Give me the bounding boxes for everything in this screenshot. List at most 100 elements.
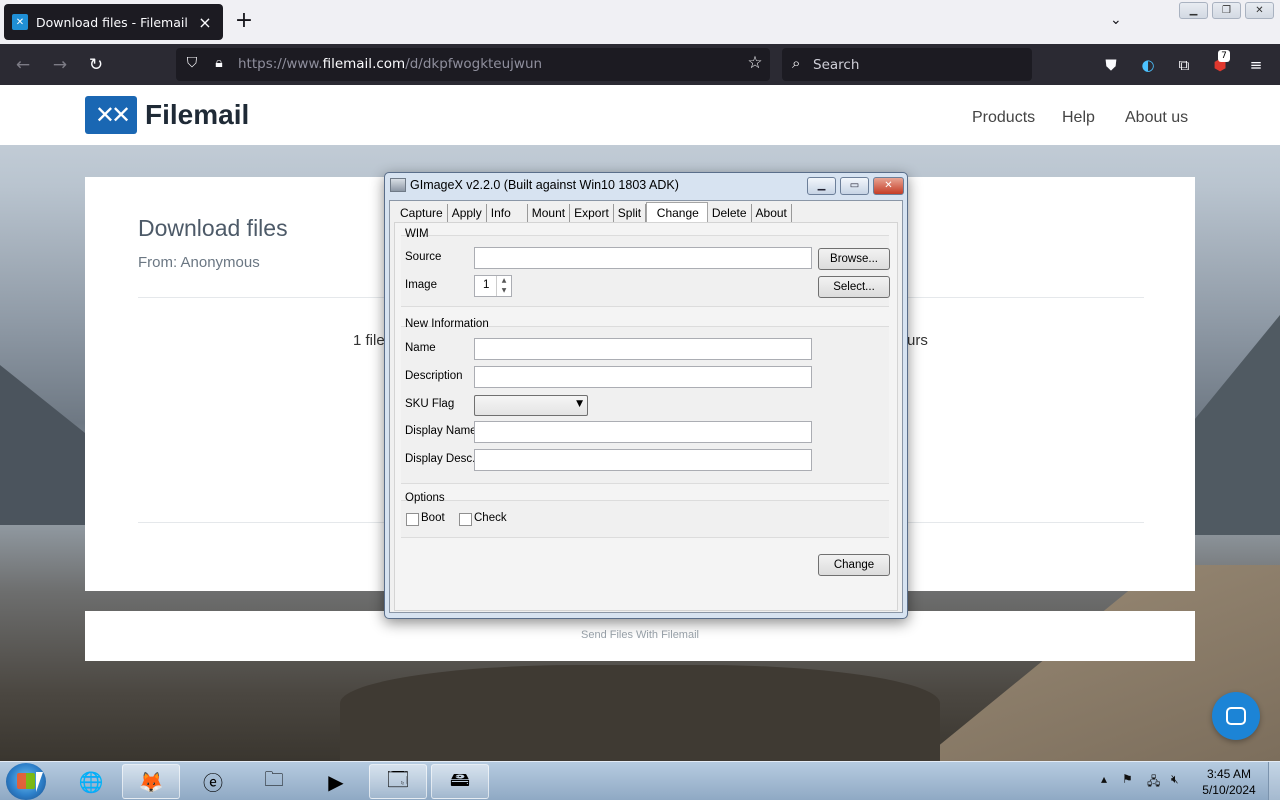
browser-tab-strip: ✕ Download files - Filemail × + ⌄ ▁ ❐ ✕ <box>0 0 1280 44</box>
url-host: filemail.com <box>322 56 406 72</box>
background-shore <box>340 665 940 761</box>
file-summary-text: 1 file <box>353 332 385 349</box>
sku-flag-select[interactable]: ▼ <box>474 395 588 416</box>
search-bar[interactable]: ⌕ Search <box>782 48 1032 81</box>
nav-help[interactable]: Help <box>1062 109 1095 127</box>
pocket-icon[interactable]: ⛊ <box>1100 54 1122 76</box>
volume-muted-icon[interactable]: 🔇︎ <box>1171 772 1179 787</box>
dialog-client: Capture Apply Info Mount Export Split Ch… <box>389 200 903 613</box>
display-desc-input[interactable] <box>474 449 812 471</box>
gimagex-app-icon <box>390 178 406 192</box>
url-path: /d/dkpfwogkteujwun <box>405 56 543 72</box>
wim-group-label: WIM <box>405 228 429 240</box>
url-scheme: https://www. <box>238 56 323 72</box>
nav-products[interactable]: Products <box>972 109 1035 127</box>
check-checkbox[interactable] <box>459 513 472 526</box>
window-taskbar-icon[interactable]: 🗔 <box>369 764 427 799</box>
close-button[interactable]: ✕ <box>1245 2 1274 19</box>
extensions-icon[interactable]: ⧉ <box>1173 54 1195 76</box>
reload-icon[interactable]: ↻ <box>83 52 109 78</box>
description-label: Description <box>405 370 463 382</box>
source-label: Source <box>405 251 442 263</box>
windows-logo-icon <box>17 773 35 789</box>
gimagex-taskbar-icon[interactable]: 🖴 <box>431 764 489 799</box>
browse-button[interactable]: Browse... <box>818 248 890 270</box>
check-label: Check <box>474 512 507 524</box>
source-input[interactable] <box>474 247 812 269</box>
clock-date: 5/10/2024 <box>1202 783 1256 797</box>
tab-delete[interactable]: Delete <box>708 204 752 223</box>
new-tab-button[interactable]: + <box>232 10 256 34</box>
forward-arrow-icon[interactable]: → <box>47 52 73 78</box>
url-text[interactable]: https://www.filemail.com/d/dkpfwogkteujw… <box>238 56 542 72</box>
taskbar: 🌐 🦊 ⓔ 🗀 ▶ 🗔 🖴 ▴ ⚑ 🖧 🔇︎ 3:45 AM 5/10/2024 <box>0 761 1280 800</box>
boot-label: Boot <box>421 512 445 524</box>
tab-info[interactable]: Info <box>487 204 528 223</box>
taskbar-app-icon[interactable]: 🌐 <box>62 764 120 799</box>
dialog-title: GImageX v2.2.0 (Built against Win10 1803… <box>410 178 679 192</box>
chevron-down-icon[interactable]: ⌄ <box>1110 12 1130 32</box>
tab-apply[interactable]: Apply <box>448 204 487 223</box>
dropdown-arrow-icon: ▼ <box>576 399 583 409</box>
logo-text[interactable]: Filemail <box>145 99 249 131</box>
lock-icon[interactable]: 🔒︎ <box>210 55 228 73</box>
nav-about-us[interactable]: About us <box>1125 109 1188 127</box>
chat-launcher-button[interactable] <box>1212 692 1260 740</box>
dialog-titlebar[interactable]: GImageX v2.2.0 (Built against Win10 1803… <box>390 178 679 192</box>
tab-about[interactable]: About <box>752 204 792 223</box>
site-header: ✕✕ Filemail Products Help About us <box>0 85 1280 145</box>
page-title: Download files <box>138 215 288 241</box>
display-name-input[interactable] <box>474 421 812 443</box>
menu-icon[interactable]: ≡ <box>1245 54 1267 76</box>
tab-mount[interactable]: Mount <box>528 204 571 223</box>
tab-capture[interactable]: Capture <box>396 204 448 223</box>
select-button[interactable]: Select... <box>818 276 890 298</box>
show-hidden-icons-icon[interactable]: ▴ <box>1101 772 1107 786</box>
boot-checkbox[interactable] <box>406 513 419 526</box>
sku-flag-label: SKU Flag <box>405 398 455 410</box>
file-explorer-taskbar-icon[interactable]: 🗀 <box>245 764 303 799</box>
bookmark-star-icon[interactable]: ☆ <box>746 53 764 73</box>
dialog-minimize-button[interactable]: ▁ <box>807 177 836 195</box>
filemail-favicon-icon: ✕ <box>12 14 28 30</box>
minimize-button[interactable]: ▁ <box>1179 2 1208 19</box>
tab-filemail[interactable]: ✕ Download files - Filemail × <box>4 4 223 40</box>
media-player-taskbar-icon[interactable]: ▶ <box>307 764 365 799</box>
profile-icon[interactable]: ◐ <box>1137 54 1159 76</box>
filemail-logo-icon[interactable]: ✕✕ <box>85 96 137 134</box>
shield-icon[interactable]: ⛉ <box>183 55 201 73</box>
expiry-text: urs <box>907 332 928 349</box>
display-desc-label: Display Desc. <box>405 453 476 465</box>
restore-button[interactable]: ❐ <box>1212 2 1241 19</box>
show-desktop-button[interactable] <box>1268 762 1280 800</box>
spin-arrows-icon[interactable]: ▲ ▼ <box>496 276 511 296</box>
dialog-maximize-button[interactable]: ▭ <box>840 177 869 195</box>
tab-export[interactable]: Export <box>570 204 614 223</box>
tab-close-icon[interactable]: × <box>195 12 215 32</box>
network-icon[interactable]: 🖧 <box>1147 772 1160 793</box>
footer-link[interactable]: Send Files With Filemail <box>85 629 1195 641</box>
change-button[interactable]: Change <box>818 554 890 576</box>
firefox-taskbar-icon[interactable]: 🦊 <box>122 764 180 799</box>
search-icon: ⌕ <box>792 54 801 72</box>
dialog-close-button[interactable]: ✕ <box>873 177 904 195</box>
image-index-stepper[interactable]: 1 ▲ ▼ <box>474 275 512 297</box>
image-label: Image <box>405 279 437 291</box>
name-input[interactable] <box>474 338 812 360</box>
window-controls: ▁ ❐ ✕ <box>1179 2 1274 19</box>
change-panel: WIM Source Browse... Image 1 ▲ ▼ Select..… <box>394 222 898 611</box>
name-label: Name <box>405 342 436 354</box>
action-center-flag-icon[interactable]: ⚑ <box>1122 772 1133 786</box>
image-index-value: 1 <box>483 279 490 291</box>
new-information-label: New Information <box>405 318 489 330</box>
tab-change[interactable]: Change <box>645 202 708 224</box>
url-bar[interactable]: ⛉ 🔒︎ https://www.filemail.com/d/dkpfwogk… <box>176 48 770 81</box>
search-placeholder: Search <box>813 57 860 73</box>
system-clock[interactable]: 3:45 AM 5/10/2024 <box>1196 766 1262 798</box>
internet-explorer-taskbar-icon[interactable]: ⓔ <box>184 764 242 799</box>
tab-split[interactable]: Split <box>614 204 646 223</box>
back-arrow-icon[interactable]: ← <box>10 52 36 78</box>
options-label: Options <box>405 492 445 504</box>
description-input[interactable] <box>474 366 812 388</box>
mouse-cursor-icon <box>36 772 43 792</box>
